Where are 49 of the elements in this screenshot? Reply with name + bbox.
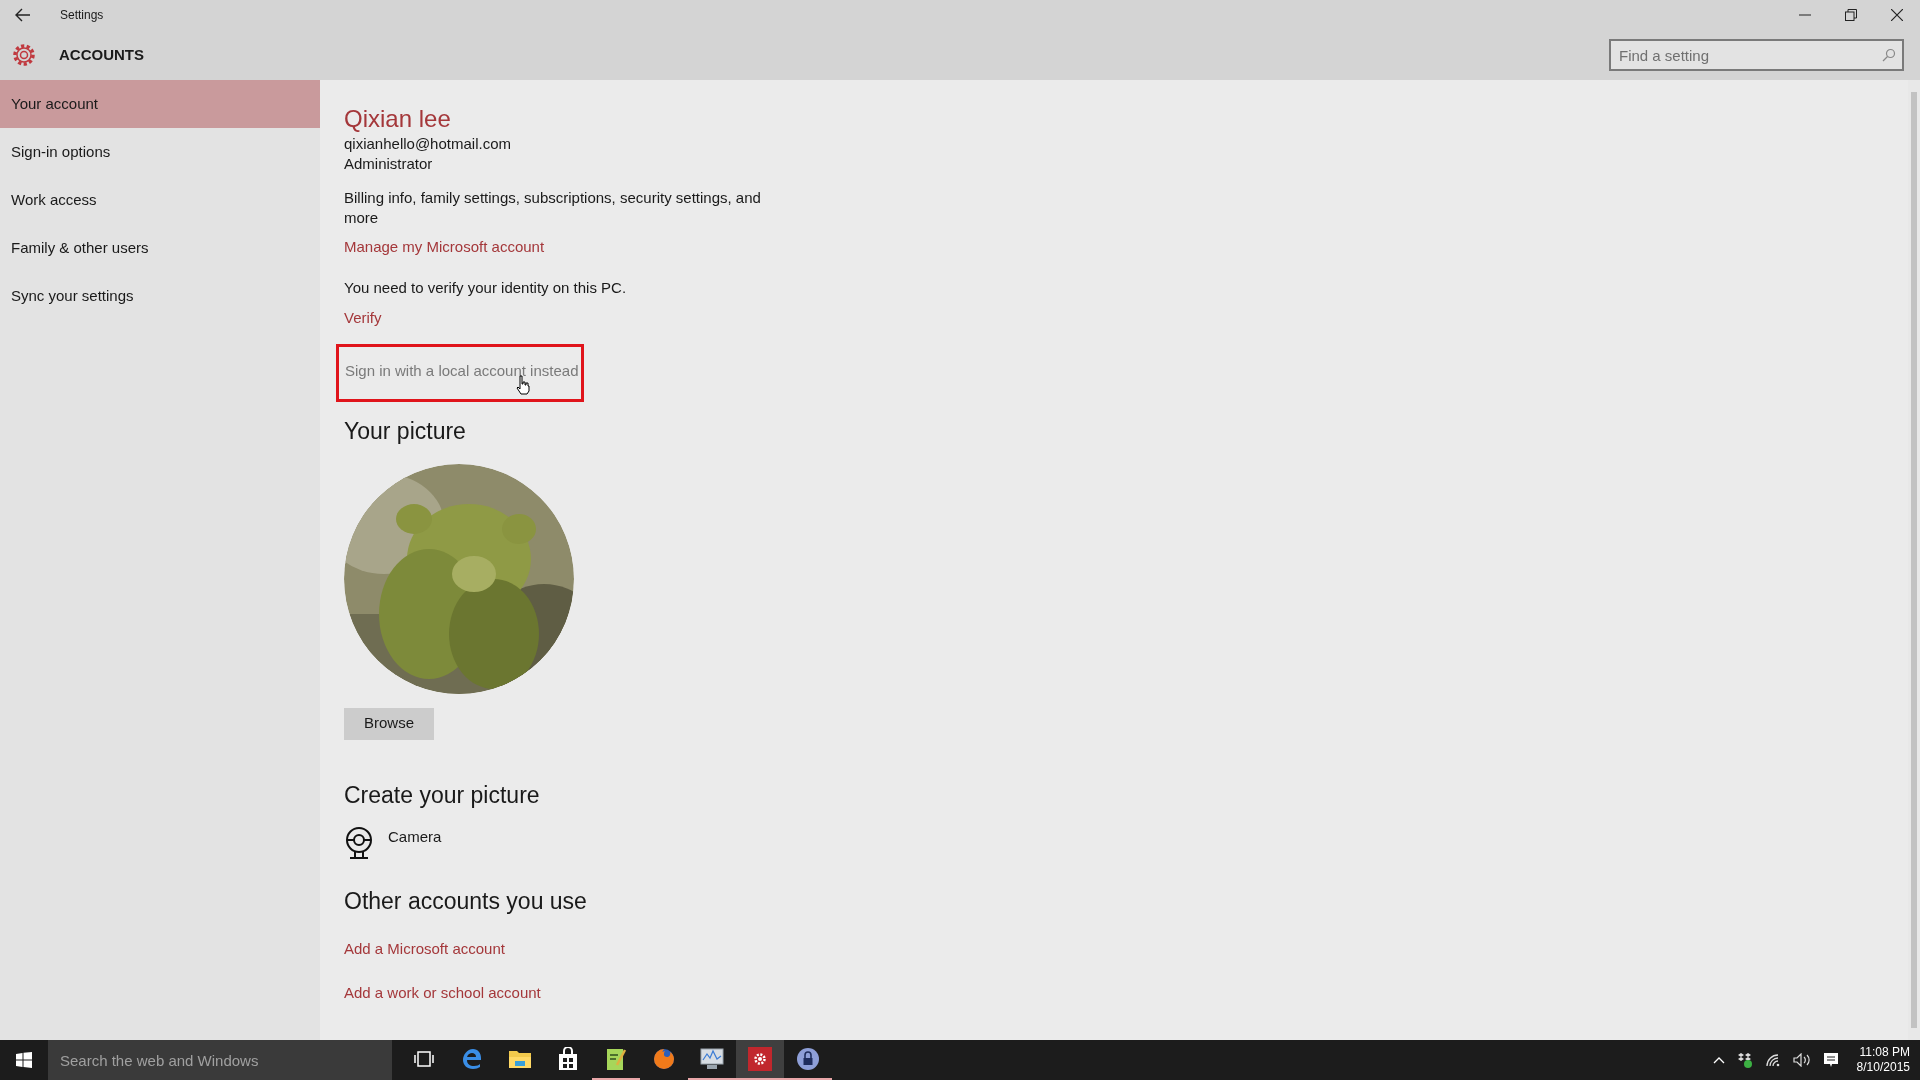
boxes-check-icon[interactable]: [1736, 1052, 1753, 1068]
monitor-chart-icon: [699, 1047, 725, 1071]
shopping-bag-icon: [557, 1047, 579, 1071]
page-title: ACCOUNTS: [59, 44, 144, 65]
sidebar-item[interactable]: Family & other users: [0, 224, 320, 272]
task-view-icon: [414, 1051, 434, 1067]
sidebar-item[interactable]: Work access: [0, 176, 320, 224]
account-name: Qixian lee: [344, 104, 451, 134]
sidebar-item[interactable]: Sign-in options: [0, 128, 320, 176]
browse-button[interactable]: Browse: [344, 707, 435, 740]
fox-globe-icon: [652, 1047, 676, 1071]
folder-icon: [508, 1048, 532, 1070]
back-arrow-icon: [15, 8, 31, 22]
section-heading: Other accounts you use: [344, 886, 587, 916]
close-icon: [1891, 9, 1903, 21]
verify-note: You need to verify your identity on this PC.: [344, 277, 627, 298]
wifi-icon[interactable]: [1764, 1053, 1781, 1067]
notepad-icon: [605, 1047, 627, 1071]
account-description: Billing info, family settings, subscriptions, security settings, and more: [344, 188, 762, 228]
windows-logo-icon: [16, 1052, 32, 1068]
chevron-up-icon[interactable]: [1712, 1056, 1725, 1064]
minimize-icon: [1799, 14, 1811, 16]
restore-icon: [1845, 9, 1857, 21]
gear-icon: [11, 42, 37, 68]
browser-e-icon: [460, 1047, 484, 1071]
add-account-link[interactable]: Add a Microsoft account: [344, 937, 505, 960]
padlock-icon: [796, 1047, 820, 1071]
window-title: Settings: [60, 7, 104, 24]
taskbar-search-field[interactable]: Search the web and Windows: [48, 1040, 392, 1080]
search-icon: [1882, 48, 1896, 62]
search-field[interactable]: Find a setting: [1609, 39, 1904, 71]
taskbar-app-button[interactable]: [736, 1040, 784, 1080]
manage-account-link[interactable]: Manage my Microsoft account: [344, 236, 545, 259]
gear-icon: [748, 1047, 772, 1071]
notification-icon[interactable]: [1822, 1052, 1839, 1068]
section-heading: Create your picture: [344, 780, 540, 810]
clock[interactable]: 11:08 PM 8/10/2015: [1856, 1045, 1910, 1075]
local-account-link[interactable]: Sign in with a local account instead: [345, 361, 579, 379]
speaker-icon[interactable]: [1792, 1053, 1811, 1067]
section-heading: Your picture: [344, 416, 466, 446]
account-role: Administrator: [344, 154, 433, 174]
hand-cursor-icon: [515, 374, 531, 395]
verify-link[interactable]: Verify: [344, 307, 382, 330]
account-email: qixianhello@hotmail.com: [344, 134, 511, 154]
sidebar-item[interactable]: Your account: [0, 80, 320, 128]
camera-label[interactable]: Camera: [388, 825, 442, 848]
add-account-link[interactable]: Add a work or school account: [344, 982, 541, 1005]
sidebar-item[interactable]: Sync your settings: [0, 272, 320, 320]
webcam-icon: [344, 825, 374, 860]
